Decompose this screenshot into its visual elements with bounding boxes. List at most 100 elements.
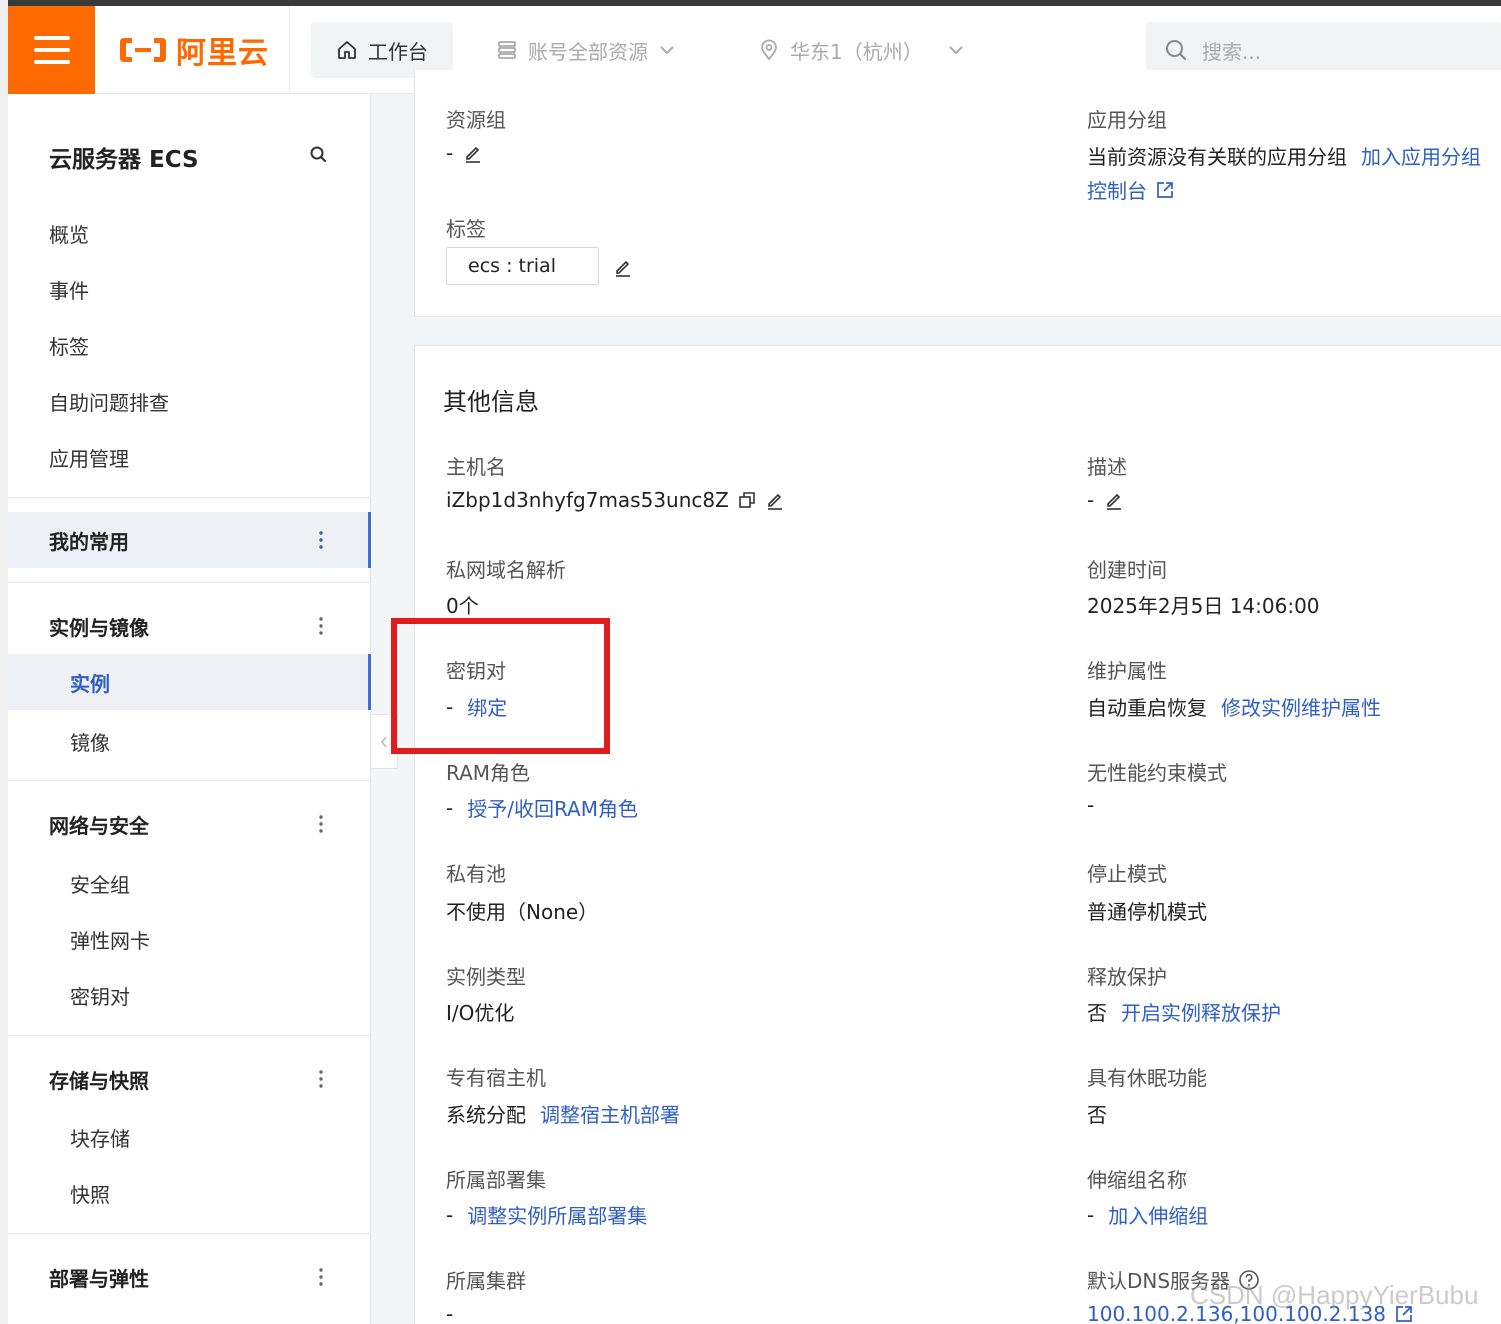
sidebar: 云服务器 ECS 概览 事件 标签 自助问题排查 应用管理 我的常用 实例与镜像… bbox=[8, 94, 371, 1324]
maintenance-value: 自动重启恢复 修改实例维护属性 bbox=[1087, 692, 1381, 721]
join-scaling-group-link[interactable]: 加入伸缩组 bbox=[1108, 1200, 1208, 1229]
group-label: 部署与弹性 bbox=[49, 1266, 149, 1291]
sidebar-item-block-storage[interactable]: 块存储 bbox=[70, 1123, 130, 1152]
edit-icon[interactable] bbox=[1104, 490, 1124, 510]
maintenance-label: 维护属性 bbox=[1087, 659, 1167, 683]
chevron-left-icon bbox=[380, 736, 387, 747]
sidebar-item-events[interactable]: 事件 bbox=[49, 275, 89, 304]
menu-icon-bar bbox=[33, 36, 70, 40]
edit-icon[interactable] bbox=[613, 257, 633, 277]
hostname-label: 主机名 bbox=[446, 455, 506, 479]
console-link-text: 控制台 bbox=[1087, 179, 1147, 203]
more-vertical-icon[interactable] bbox=[316, 1069, 326, 1089]
region-label: 华东1（杭州） bbox=[790, 39, 923, 64]
edit-icon[interactable] bbox=[765, 490, 785, 510]
created-time-label: 创建时间 bbox=[1087, 558, 1167, 582]
sidebar-divider bbox=[8, 497, 371, 498]
dedicated-host-value: 系统分配 调整宿主机部署 bbox=[446, 1099, 680, 1128]
chevron-down-icon bbox=[949, 46, 963, 55]
resource-group-label: 资源组 bbox=[446, 108, 506, 132]
sidebar-group-favorites[interactable]: 我的常用 bbox=[8, 512, 371, 568]
sidebar-item-security-group[interactable]: 安全组 bbox=[70, 869, 130, 898]
sidebar-group-instances-images[interactable]: 实例与镜像 bbox=[8, 598, 371, 654]
hibernation-value: 否 bbox=[1087, 1103, 1107, 1127]
release-protect-value: 否 开启实例释放保护 bbox=[1087, 997, 1281, 1026]
aliyun-logo[interactable]: 阿里云 bbox=[118, 30, 269, 71]
cluster-label: 所属集群 bbox=[446, 1269, 526, 1293]
more-vertical-icon[interactable] bbox=[316, 814, 326, 834]
modify-maintenance-link[interactable]: 修改实例维护属性 bbox=[1221, 692, 1381, 721]
header-divider bbox=[289, 6, 290, 94]
adjust-host-deploy-link[interactable]: 调整宿主机部署 bbox=[540, 1099, 680, 1128]
sidebar-group-storage-snapshots[interactable]: 存储与快照 bbox=[8, 1051, 371, 1107]
private-pool-value: 不使用（None） bbox=[446, 900, 599, 924]
copy-icon[interactable] bbox=[737, 490, 757, 510]
group-label: 网络与安全 bbox=[49, 813, 149, 838]
resources-label: 账号全部资源 bbox=[528, 39, 648, 64]
resource-group-value: - bbox=[446, 141, 483, 165]
sidebar-item-app-management[interactable]: 应用管理 bbox=[49, 443, 129, 472]
external-link-icon bbox=[1157, 181, 1173, 198]
deployment-set-label: 所属部署集 bbox=[446, 1168, 546, 1192]
cluster-value: - bbox=[446, 1302, 454, 1324]
grant-ram-role-link[interactable]: 授予/收回RAM角色 bbox=[467, 793, 638, 822]
more-vertical-icon[interactable] bbox=[316, 530, 326, 550]
ram-role-label: RAM角色 bbox=[446, 761, 531, 785]
workbench-label: 工作台 bbox=[368, 39, 428, 64]
group-label: 存储与快照 bbox=[49, 1068, 149, 1093]
logo-text: 阿里云 bbox=[176, 36, 269, 71]
menu-button[interactable] bbox=[8, 6, 95, 94]
app-group-value: 当前资源没有关联的应用分组 加入应用分组 bbox=[1087, 141, 1481, 170]
description-text: - bbox=[1087, 488, 1095, 512]
search-icon bbox=[1166, 40, 1187, 61]
tag-chip: ecs : trial bbox=[446, 247, 599, 285]
sidebar-item-snapshot[interactable]: 快照 bbox=[70, 1179, 110, 1208]
edit-icon[interactable] bbox=[463, 143, 483, 163]
created-time-value: 2025年2月5日 14:06:00 bbox=[1087, 594, 1320, 618]
hostname-value: iZbp1d3nhyfg7mas53unc8Z bbox=[446, 488, 785, 512]
join-app-group-link[interactable]: 加入应用分组 bbox=[1361, 141, 1481, 170]
sidebar-item-keypair[interactable]: 密钥对 bbox=[70, 981, 130, 1010]
unlimited-mode-value: - bbox=[1087, 793, 1095, 817]
app-group-text: 当前资源没有关联的应用分组 bbox=[1087, 145, 1347, 169]
menu-icon-bar bbox=[33, 60, 70, 64]
basic-info-card: 资源组 - 应用分组 当前资源没有关联的应用分组 加入应用分组 控制台 标签 e… bbox=[414, 70, 1501, 317]
sidebar-item-instance[interactable]: 实例 bbox=[8, 654, 371, 710]
scaling-group-dash: - bbox=[1087, 1202, 1095, 1227]
sidebar-divider bbox=[8, 1233, 371, 1234]
group-label: 实例与镜像 bbox=[49, 615, 149, 640]
release-protect-label: 释放保护 bbox=[1087, 965, 1167, 989]
adjust-deployment-set-link[interactable]: 调整实例所属部署集 bbox=[467, 1200, 647, 1229]
description-value: - bbox=[1087, 488, 1124, 512]
menu-icon-bar bbox=[33, 48, 70, 52]
keypair-highlight-box bbox=[391, 618, 610, 754]
more-vertical-icon[interactable] bbox=[316, 616, 326, 636]
other-info-card: 其他信息 主机名 iZbp1d3nhyfg7mas53unc8Z 描述 - 私网… bbox=[414, 345, 1501, 1324]
deployment-set-dash: - bbox=[446, 1202, 454, 1227]
sidebar-divider bbox=[8, 582, 371, 583]
sidebar-item-tags[interactable]: 标签 bbox=[49, 331, 89, 360]
sidebar-item-eni[interactable]: 弹性网卡 bbox=[70, 925, 150, 954]
home-icon bbox=[338, 41, 356, 59]
location-pin-icon bbox=[761, 39, 777, 61]
console-link[interactable]: 控制台 bbox=[1087, 175, 1175, 204]
sidebar-item-troubleshoot[interactable]: 自助问题排查 bbox=[49, 387, 169, 416]
scaling-group-value: - 加入伸缩组 bbox=[1087, 1200, 1208, 1229]
stack-icon bbox=[498, 41, 516, 59]
stop-mode-label: 停止模式 bbox=[1087, 862, 1167, 886]
tags-label: 标签 bbox=[446, 217, 486, 241]
app-group-label: 应用分组 bbox=[1087, 108, 1167, 132]
sidebar-item-overview[interactable]: 概览 bbox=[49, 219, 89, 248]
private-pool-label: 私有池 bbox=[446, 862, 506, 886]
sidebar-group-network-security[interactable]: 网络与安全 bbox=[8, 796, 371, 852]
description-label: 描述 bbox=[1087, 455, 1127, 479]
sidebar-group-deploy-elastic[interactable]: 部署与弹性 bbox=[8, 1249, 371, 1305]
sidebar-title: 云服务器 ECS bbox=[49, 147, 199, 173]
sidebar-item-image[interactable]: 镜像 bbox=[70, 727, 110, 756]
stop-mode-value: 普通停机模式 bbox=[1087, 900, 1207, 924]
watermark: CSDN @HappyYierBubu bbox=[1190, 1280, 1479, 1310]
enable-release-protect-link[interactable]: 开启实例释放保护 bbox=[1121, 997, 1281, 1026]
search-icon[interactable] bbox=[308, 144, 330, 166]
more-vertical-icon[interactable] bbox=[316, 1267, 326, 1287]
search-placeholder: 搜索... bbox=[1202, 39, 1262, 64]
